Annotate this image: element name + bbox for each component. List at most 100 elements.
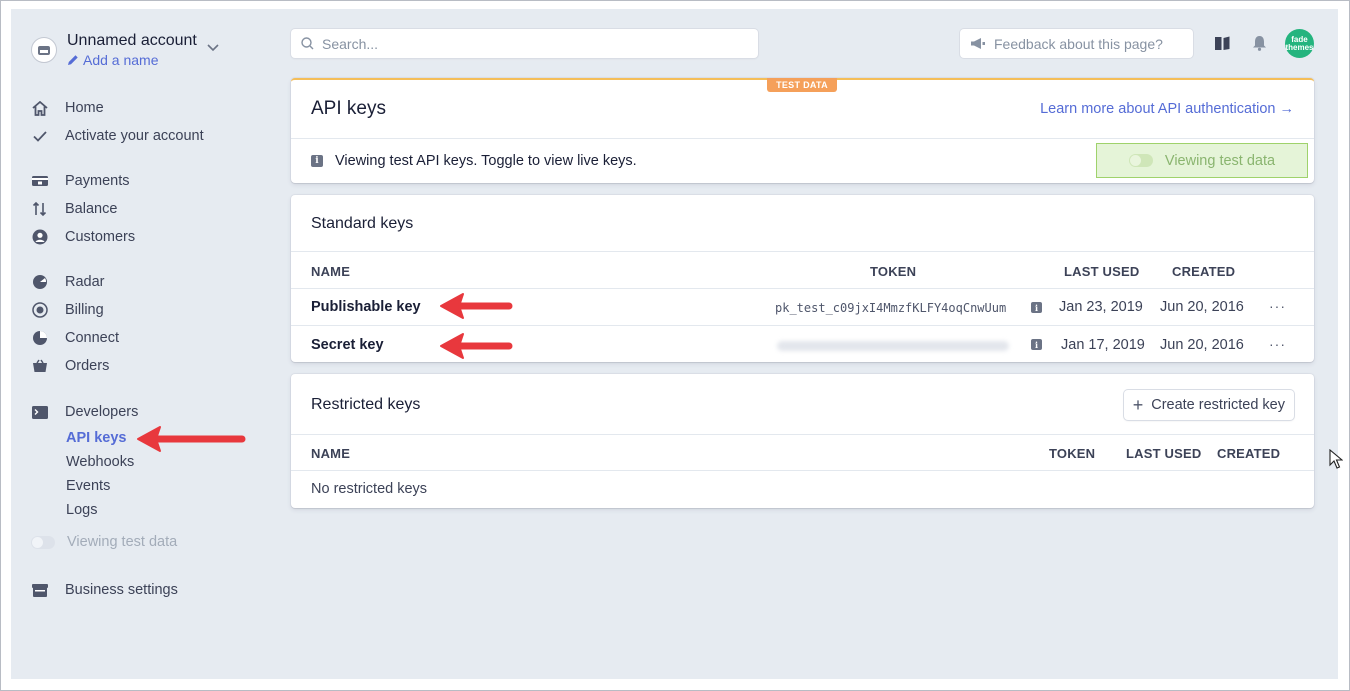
view-test-data-toggle[interactable]: Viewing test data bbox=[1096, 143, 1308, 178]
orders-icon bbox=[31, 358, 48, 375]
key-last-used: Jan 23, 2019 bbox=[1059, 299, 1143, 315]
search-input[interactable]: Search... bbox=[291, 29, 758, 58]
divider bbox=[291, 288, 1314, 289]
megaphone-icon bbox=[971, 38, 985, 49]
toggle-switch[interactable] bbox=[1128, 154, 1153, 167]
nav-main: Home Activate your account bbox=[31, 94, 204, 150]
sidebar-item-label: Billing bbox=[65, 302, 104, 318]
pencil-icon bbox=[68, 55, 78, 65]
key-name: Secret key bbox=[311, 337, 384, 353]
screenshot-frame: Unnamed account Add a name Home Activate… bbox=[0, 0, 1350, 691]
toggle-switch[interactable] bbox=[31, 535, 55, 549]
toggle-label: Viewing test data bbox=[1164, 152, 1276, 169]
divider bbox=[291, 138, 1314, 139]
bell-icon[interactable] bbox=[1249, 33, 1269, 53]
sidebar-item-customers[interactable]: Customers bbox=[31, 223, 135, 251]
divider bbox=[291, 325, 1314, 326]
sidebar: Unnamed account Add a name Home Activate… bbox=[11, 9, 281, 679]
add-name-link[interactable]: Add a name bbox=[67, 51, 197, 69]
key-token[interactable]: pk_test_c09jxI4MmzfKLFY4oqCnwUum bbox=[775, 301, 1006, 315]
account-name: Unnamed account bbox=[67, 32, 197, 49]
annotation-arrow-icon bbox=[440, 293, 513, 319]
redacted-token[interactable] bbox=[777, 341, 1009, 351]
sidebar-item-label: Customers bbox=[65, 229, 136, 245]
sidebar-item-label: Orders bbox=[65, 358, 110, 374]
sidebar-test-data-toggle[interactable]: Viewing test data bbox=[31, 528, 177, 556]
feedback-label: Feedback about this page? bbox=[994, 35, 1163, 52]
payments-icon bbox=[31, 173, 48, 190]
sidebar-item-activate[interactable]: Activate your account bbox=[31, 122, 204, 150]
column-header-last-used: LAST USED bbox=[1064, 264, 1140, 279]
sidebar-item-logs[interactable]: Logs bbox=[31, 498, 177, 522]
sidebar-item-business-settings[interactable]: Business settings bbox=[31, 576, 178, 604]
billing-icon bbox=[31, 302, 48, 319]
column-header-name: NAME bbox=[311, 446, 351, 461]
business-icon bbox=[31, 582, 48, 599]
key-created: Jun 20, 2016 bbox=[1160, 337, 1244, 353]
more-actions-icon[interactable]: ··· bbox=[1269, 298, 1286, 314]
sidebar-item-developers[interactable]: Developers bbox=[31, 398, 177, 426]
connect-icon bbox=[31, 330, 48, 347]
sidebar-item-billing[interactable]: Billing bbox=[31, 296, 119, 324]
sidebar-item-label: Business settings bbox=[65, 582, 178, 598]
docs-book-icon[interactable] bbox=[1212, 33, 1232, 53]
learn-more-link[interactable]: Learn more about API authentication → bbox=[1040, 101, 1294, 117]
divider bbox=[291, 470, 1314, 471]
column-header-name: NAME bbox=[311, 264, 351, 279]
search-icon bbox=[301, 37, 314, 50]
section-title: Standard keys bbox=[311, 215, 414, 232]
sidebar-item-payments[interactable]: Payments bbox=[31, 167, 135, 195]
home-icon bbox=[31, 100, 48, 117]
api-keys-card: TEST DATA API keys Learn more about API … bbox=[291, 78, 1314, 183]
sidebar-item-home[interactable]: Home bbox=[31, 94, 204, 122]
info-icon[interactable]: i bbox=[1031, 339, 1042, 350]
customers-icon bbox=[31, 229, 48, 246]
sidebar-item-label: Payments bbox=[65, 173, 130, 189]
info-icon[interactable]: i bbox=[1031, 302, 1042, 313]
radar-icon bbox=[31, 274, 48, 291]
sidebar-item-balance[interactable]: Balance bbox=[31, 195, 135, 223]
column-header-token: TOKEN bbox=[1049, 446, 1096, 461]
annotation-arrow-icon bbox=[440, 333, 513, 359]
page-title: API keys bbox=[311, 98, 386, 119]
store-icon bbox=[31, 37, 57, 63]
button-label: Create restricted key bbox=[1151, 397, 1285, 413]
divider bbox=[291, 434, 1314, 435]
annotation-arrow-icon bbox=[137, 426, 246, 452]
column-header-last-used: LAST USED bbox=[1126, 446, 1202, 461]
sidebar-item-connect[interactable]: Connect bbox=[31, 324, 119, 352]
dashboard: Unnamed account Add a name Home Activate… bbox=[11, 9, 1338, 679]
sidebar-item-label: Radar bbox=[65, 274, 105, 290]
section-title: Restricted keys bbox=[311, 396, 421, 413]
test-data-badge: TEST DATA bbox=[767, 78, 837, 92]
sidebar-item-events[interactable]: Events bbox=[31, 474, 177, 498]
checkmark-icon bbox=[31, 128, 48, 145]
key-created: Jun 20, 2016 bbox=[1160, 299, 1244, 315]
nav-payments-group: Payments Balance Customers bbox=[31, 167, 135, 251]
key-last-used: Jan 17, 2019 bbox=[1061, 337, 1145, 353]
more-actions-icon[interactable]: ··· bbox=[1269, 336, 1286, 352]
sidebar-item-label: Developers bbox=[65, 404, 139, 420]
chevron-down-icon bbox=[207, 39, 219, 55]
sidebar-item-label: Connect bbox=[65, 330, 120, 346]
sidebar-item-label: Home bbox=[65, 100, 104, 116]
add-name-label: Add a name bbox=[83, 52, 159, 68]
nav-products-group: Radar Billing Connect Orders bbox=[31, 268, 119, 380]
toggle-label: Viewing test data bbox=[67, 534, 178, 550]
column-header-created: CREATED bbox=[1217, 446, 1281, 461]
sidebar-item-radar[interactable]: Radar bbox=[31, 268, 119, 296]
account-switcher[interactable]: Unnamed account Add a name bbox=[31, 31, 219, 69]
create-restricted-key-button[interactable]: + Create restricted key bbox=[1123, 390, 1294, 420]
nav-developers-group: Developers API keys Webhooks Events Logs… bbox=[31, 398, 177, 556]
avatar[interactable]: fade themes bbox=[1285, 29, 1314, 58]
divider bbox=[291, 251, 1314, 252]
column-header-token: TOKEN bbox=[870, 264, 917, 279]
test-keys-notice: i Viewing test API keys. Toggle to view … bbox=[311, 153, 637, 169]
feedback-button[interactable]: Feedback about this page? bbox=[960, 29, 1193, 58]
sidebar-item-orders[interactable]: Orders bbox=[31, 352, 119, 380]
search-placeholder: Search... bbox=[322, 35, 379, 52]
nav-settings-group: Business settings bbox=[31, 576, 178, 604]
terminal-icon bbox=[31, 404, 48, 421]
notice-text: Viewing test API keys. Toggle to view li… bbox=[335, 153, 637, 169]
empty-state: No restricted keys bbox=[311, 481, 428, 497]
